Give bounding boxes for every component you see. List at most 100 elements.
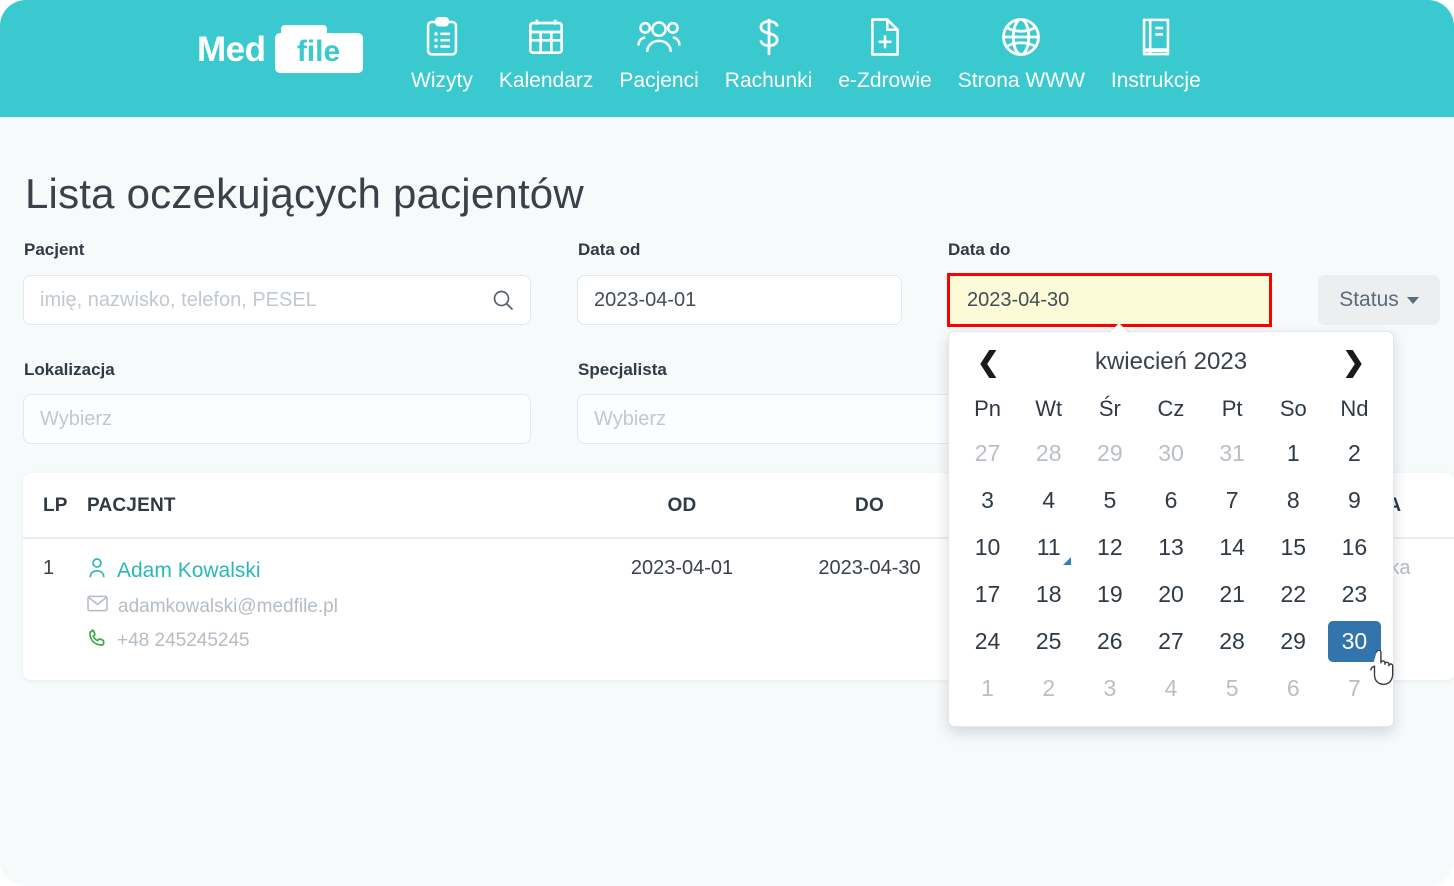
datepicker-day[interactable]: 26 — [1079, 618, 1140, 665]
datepicker-day[interactable]: 27 — [1140, 618, 1201, 665]
datepicker-day[interactable]: 17 — [957, 571, 1018, 618]
data-od-field-label: Data od — [578, 240, 641, 259]
weekday-label: So — [1279, 396, 1307, 421]
patient-phone-text: +48 245245245 — [117, 630, 250, 651]
datepicker-day[interactable]: 29 — [1079, 430, 1140, 477]
today-marker-icon — [1063, 557, 1072, 565]
datepicker-day[interactable]: 7 — [1324, 665, 1385, 712]
pacjent-field-label: Pacjent — [24, 240, 85, 259]
folder-icon: file — [274, 25, 363, 73]
datepicker-day[interactable]: 15 — [1263, 524, 1324, 571]
datepicker-day[interactable]: 4 — [1140, 665, 1201, 712]
datepicker-day[interactable]: 14 — [1202, 524, 1263, 571]
nav-item-label: Strona WWW — [957, 69, 1085, 92]
chevron-left-icon[interactable]: ❮ — [977, 348, 1000, 376]
datepicker-day[interactable]: 5 — [1079, 477, 1140, 524]
datepicker-day[interactable]: 28 — [1202, 618, 1263, 665]
datepicker-day[interactable]: 6 — [1140, 477, 1201, 524]
book-icon — [1138, 16, 1174, 58]
nav-item-label: Wizyty — [411, 69, 473, 92]
datepicker-day[interactable]: 21 — [1202, 571, 1263, 618]
datepicker-day[interactable]: 16 — [1324, 524, 1385, 571]
col-header-od[interactable]: OD — [592, 473, 772, 539]
nav-item-label: e-Zdrowie — [838, 69, 932, 92]
data-od-input[interactable] — [577, 275, 902, 325]
nav-item-e-zdrowie[interactable]: e-Zdrowie — [825, 16, 944, 91]
datepicker-day[interactable]: 28 — [1018, 430, 1079, 477]
nav-item-strona-www[interactable]: Strona WWW — [945, 16, 1098, 91]
datepicker-day[interactable]: 3 — [957, 477, 1018, 524]
datepicker-day[interactable]: 30 — [1140, 430, 1201, 477]
datepicker-day[interactable]: 8 — [1263, 477, 1324, 524]
cell-pacjent: Adam Kowalski adamkowalski@medfile.pl +4… — [87, 538, 592, 680]
top-navigation-bar: Med file Wizyty Kalendarz Pacjenci Rachu… — [0, 0, 1454, 117]
datepicker-day[interactable]: 4 — [1018, 477, 1079, 524]
nav-item-rachunki[interactable]: Rachunki — [712, 16, 826, 91]
datepicker-day[interactable]: 23 — [1324, 571, 1385, 618]
weekday-label: Pn — [974, 396, 1002, 421]
datepicker-day[interactable]: 25 — [1018, 618, 1079, 665]
datepicker-month-title: kwiecień 2023 — [1094, 348, 1248, 375]
datepicker-day[interactable]: 31 — [1202, 430, 1263, 477]
users-icon — [637, 16, 681, 58]
patient-name-link[interactable]: Adam Kowalski — [87, 557, 592, 585]
datepicker-day[interactable]: 19 — [1079, 571, 1140, 618]
lokalizacja-field-label: Lokalizacja — [24, 360, 115, 379]
brand-logo-med: Med — [197, 29, 266, 69]
brand-logo[interactable]: Med file — [197, 25, 363, 73]
datepicker-day[interactable]: 1 — [1263, 430, 1324, 477]
patient-email-row: adamkowalski@medfile.pl — [87, 595, 592, 618]
datepicker-day[interactable]: 3 — [1079, 665, 1140, 712]
datepicker-day[interactable]: 24 — [957, 618, 1018, 665]
datepicker-day[interactable]: 12 — [1079, 524, 1140, 571]
weekday-label: Nd — [1340, 396, 1369, 421]
search-icon[interactable] — [491, 288, 515, 312]
datepicker-caret — [1108, 323, 1130, 334]
datepicker-day[interactable]: 9 — [1324, 477, 1385, 524]
dollar-icon — [752, 16, 786, 58]
datepicker-day[interactable]: 29 — [1263, 618, 1324, 665]
datepicker-weekday-row: Pn Wt Śr Cz Pt So Nd — [957, 388, 1385, 430]
datepicker-day[interactable]: 22 — [1263, 571, 1324, 618]
phone-icon — [87, 628, 107, 654]
col-header-lp[interactable]: LP — [23, 473, 87, 539]
calendar-icon — [526, 16, 566, 58]
datepicker-day[interactable]: 2 — [1018, 665, 1079, 712]
datepicker-week-row: 17 18 19 20 21 22 23 — [957, 571, 1385, 618]
nav-item-pacjenci[interactable]: Pacjenci — [606, 16, 711, 91]
datepicker-day[interactable]: 6 — [1263, 665, 1324, 712]
data-do-field-highlight — [947, 273, 1272, 327]
data-do-input[interactable] — [950, 276, 1269, 324]
patient-name-text: Adam Kowalski — [117, 559, 261, 582]
datepicker-grid: Pn Wt Śr Cz Pt So Nd 27 28 29 30 31 1 2 … — [949, 388, 1393, 712]
datepicker-day[interactable]: 2 — [1324, 430, 1385, 477]
datepicker-popup[interactable]: ❮ kwiecień 2023 ❯ Pn Wt Śr Cz Pt So Nd 2… — [948, 331, 1394, 727]
datepicker-day-today[interactable]: 11 — [1018, 524, 1079, 571]
chevron-right-icon[interactable]: ❯ — [1342, 348, 1365, 376]
patient-phone-row: +48 245245245 — [87, 628, 592, 654]
datepicker-day[interactable]: 10 — [957, 524, 1018, 571]
app-window: Med file Wizyty Kalendarz Pacjenci Rachu… — [0, 0, 1454, 886]
nav-item-kalendarz[interactable]: Kalendarz — [486, 16, 607, 91]
datepicker-day[interactable]: 18 — [1018, 571, 1079, 618]
datepicker-day[interactable]: 20 — [1140, 571, 1201, 618]
lokalizacja-select[interactable] — [23, 394, 531, 444]
status-dropdown-button[interactable]: Status — [1318, 275, 1440, 325]
datepicker-day-selected[interactable]: 30 — [1327, 621, 1381, 662]
datepicker-week-row: 3 4 5 6 7 8 9 — [957, 477, 1385, 524]
datepicker-day[interactable]: 27 — [957, 430, 1018, 477]
cell-od: 2023-04-01 — [630, 557, 734, 579]
datepicker-day[interactable]: 1 — [957, 665, 1018, 712]
chevron-down-icon — [1406, 296, 1419, 304]
nav-item-wizyty[interactable]: Wizyty — [398, 16, 486, 91]
nav-item-label: Instrukcje — [1110, 69, 1201, 92]
datepicker-day[interactable]: 13 — [1140, 524, 1201, 571]
datepicker-day[interactable]: 5 — [1202, 665, 1263, 712]
datepicker-week-row: 1 2 3 4 5 6 7 — [957, 665, 1385, 712]
nav-item-instrukcje[interactable]: Instrukcje — [1098, 16, 1214, 91]
col-header-pacjent[interactable]: PACJENT — [87, 473, 592, 539]
search-input[interactable] — [23, 275, 531, 325]
datepicker-day[interactable]: 7 — [1202, 477, 1263, 524]
nav-item-label: Rachunki — [724, 69, 813, 92]
col-header-do[interactable]: DO — [772, 473, 967, 539]
